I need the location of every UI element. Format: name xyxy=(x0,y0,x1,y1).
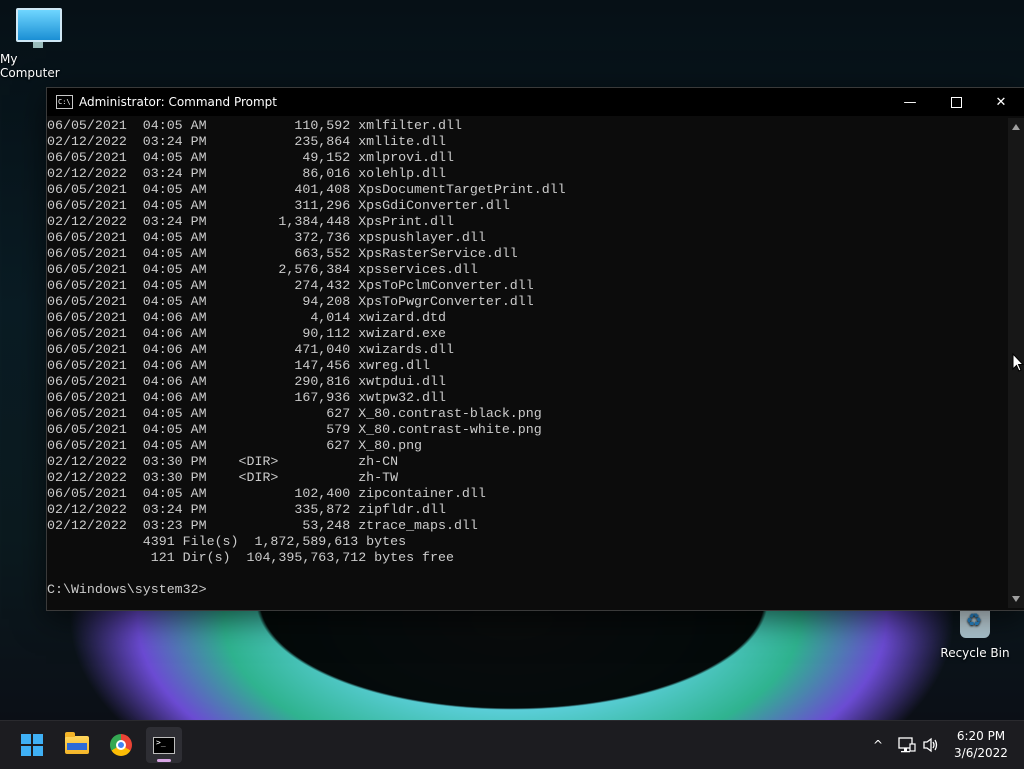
show-hidden-icons-button[interactable]: ^ xyxy=(868,721,888,769)
console-line: 02/12/2022 03:24 PM 235,864 xmllite.dll xyxy=(47,134,446,149)
console-line: 02/12/2022 03:24 PM 335,872 zipfldr.dll xyxy=(47,502,446,517)
folder-icon xyxy=(65,732,89,754)
window-titlebar[interactable]: C:\ Administrator: Command Prompt — ✕ xyxy=(47,88,1024,116)
close-icon: ✕ xyxy=(995,94,1007,110)
command-prompt-taskbar-button[interactable]: >_ xyxy=(146,727,182,763)
minimize-button[interactable]: — xyxy=(887,88,933,116)
console-line: 06/05/2021 04:05 AM 579 X_80.contrast-wh… xyxy=(47,422,542,437)
console-line: 06/05/2021 04:05 AM 627 X_80.png xyxy=(47,438,423,453)
console-line: 121 Dir(s) 104,395,763,712 bytes free xyxy=(47,550,454,565)
chevron-up-icon: ^ xyxy=(872,738,884,752)
command-prompt-icon: C:\ xyxy=(56,95,73,109)
console-line: 06/05/2021 04:06 AM 471,040 xwizards.dll xyxy=(47,342,454,357)
console-line: 06/05/2021 04:06 AM 90,112 xwizard.exe xyxy=(47,326,446,341)
my-computer-label: My Computer xyxy=(0,52,60,80)
console-line: 02/12/2022 03:24 PM 86,016 xolehlp.dll xyxy=(47,166,446,181)
start-button[interactable] xyxy=(14,727,50,763)
console-line: 06/05/2021 04:05 AM 663,552 XpsRasterSer… xyxy=(47,246,518,261)
console-line: C:\Windows\system32> xyxy=(47,582,207,597)
console-line: 02/12/2022 03:24 PM 1,384,448 XpsPrint.d… xyxy=(47,214,454,229)
taskbar: >_ ^ 6:20 PM 3/6/2022 xyxy=(0,720,1024,769)
console-line: 02/12/2022 03:23 PM 53,248 ztrace_maps.d… xyxy=(47,518,478,533)
console-line: 4391 File(s) 1,872,589,613 bytes xyxy=(47,534,407,549)
clock[interactable]: 6:20 PM 3/6/2022 xyxy=(948,721,1014,769)
recycle-bin-desktop-icon[interactable]: Recycle Bin xyxy=(940,604,1010,660)
console-line: 06/05/2021 04:05 AM 49,152 xmlprovi.dll xyxy=(47,150,454,165)
file-explorer-button[interactable] xyxy=(59,727,95,763)
console-line: 06/05/2021 04:05 AM 2,576,384 xpsservice… xyxy=(47,262,478,277)
console-line: 06/05/2021 04:05 AM 401,408 XpsDocumentT… xyxy=(47,182,566,197)
chrome-icon xyxy=(110,734,132,756)
clock-date: 3/6/2022 xyxy=(954,746,1008,760)
console-line: 02/12/2022 03:30 PM <DIR> zh-CN xyxy=(47,454,399,469)
my-computer-desktop-icon[interactable]: My Computer xyxy=(0,8,78,80)
terminal-icon: >_ xyxy=(153,736,175,754)
clock-time: 6:20 PM xyxy=(956,729,1006,743)
console-output[interactable]: 06/05/2021 04:05 AM 110,592 xmlfilter.dl… xyxy=(47,118,1007,608)
console-line: 06/05/2021 04:05 AM 94,208 XpsToPwgrConv… xyxy=(47,294,534,309)
recycle-bin-label: Recycle Bin xyxy=(940,646,1010,660)
monitor-icon xyxy=(16,8,62,48)
console-line: 06/05/2021 04:06 AM 147,456 xwreg.dll xyxy=(47,358,431,373)
console-line: 02/12/2022 03:30 PM <DIR> zh-TW xyxy=(47,470,399,485)
console-line: 06/05/2021 04:05 AM 627 X_80.contrast-bl… xyxy=(47,406,542,421)
console-line: 06/05/2021 04:05 AM 372,736 xpspushlayer… xyxy=(47,230,486,245)
command-prompt-window[interactable]: C:\ Administrator: Command Prompt — ✕ 06… xyxy=(46,87,1024,611)
console-line: 06/05/2021 04:06 AM 290,816 xwtpdui.dll xyxy=(47,374,446,389)
close-button[interactable]: ✕ xyxy=(978,88,1024,116)
console-line: 06/05/2021 04:06 AM 167,936 xwtpw32.dll xyxy=(47,390,446,405)
volume-icon[interactable] xyxy=(920,721,942,769)
active-indicator xyxy=(157,759,171,762)
maximize-icon xyxy=(950,96,962,108)
maximize-button[interactable] xyxy=(933,88,979,116)
minimize-icon: — xyxy=(903,94,917,110)
windows-logo-icon xyxy=(21,734,43,756)
scroll-down-arrow-icon[interactable] xyxy=(1012,596,1020,602)
console-line: 06/05/2021 04:05 AM 311,296 XpsGdiConver… xyxy=(47,198,510,213)
scroll-up-arrow-icon[interactable] xyxy=(1012,124,1020,130)
chrome-button[interactable] xyxy=(103,727,139,763)
console-line: 06/05/2021 04:05 AM 110,592 xmlfilter.dl… xyxy=(47,118,462,133)
console-line: 06/05/2021 04:06 AM 4,014 xwizard.dtd xyxy=(47,310,446,325)
console-line: 06/05/2021 04:05 AM 102,400 zipcontainer… xyxy=(47,486,486,501)
window-title: Administrator: Command Prompt xyxy=(79,95,277,109)
network-icon[interactable] xyxy=(896,721,918,769)
console-line: 06/05/2021 04:05 AM 274,432 XpsToPclmCon… xyxy=(47,278,534,293)
